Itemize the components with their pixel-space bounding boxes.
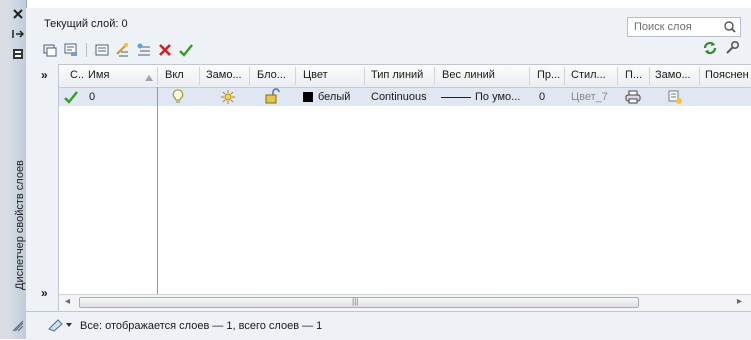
new-vp-freeze-icon[interactable] — [667, 89, 683, 108]
col-transparency[interactable]: Пр... — [537, 69, 560, 81]
autohide-icon[interactable] — [12, 28, 25, 43]
toolbar-right — [702, 40, 740, 56]
col-plot[interactable]: П... — [625, 69, 642, 81]
scroll-right-arrow-icon[interactable]: ▸ — [737, 296, 742, 307]
toolbar-divider — [86, 43, 87, 57]
col-lineweight[interactable]: Вес линий — [442, 69, 495, 81]
close-icon[interactable] — [12, 8, 24, 23]
new-layer-vp-frozen-icon[interactable] — [136, 42, 152, 58]
col-name[interactable]: Имя — [88, 69, 109, 81]
layer-linetype[interactable]: Continuous — [371, 91, 427, 103]
layer-name[interactable]: 0 — [89, 91, 95, 103]
new-property-filter-icon[interactable] — [42, 42, 58, 58]
col-on[interactable]: Вкл — [165, 69, 184, 81]
thumb-grip-icon: ||| — [352, 297, 359, 306]
new-layer-icon[interactable] — [115, 42, 131, 58]
col-color[interactable]: Цвет — [303, 69, 328, 81]
search-input[interactable]: Поиск слоя — [627, 17, 741, 37]
unlocked-icon[interactable] — [264, 88, 280, 107]
current-layer-check-icon — [64, 90, 78, 107]
layer-toolbar — [42, 40, 194, 60]
layer-plotstyle: Цвет_7 — [571, 91, 608, 103]
scrollbar-thumb[interactable]: ||| — [79, 297, 639, 308]
lineweight-sample — [441, 97, 471, 98]
col-vp-freeze[interactable]: Замо... — [655, 69, 691, 81]
palette-title: Диспетчер свойств слоев — [14, 160, 26, 290]
horizontal-scrollbar[interactable]: ◂ ||| ▸ — [59, 294, 751, 311]
layer-transparency[interactable]: 0 — [539, 91, 545, 103]
palette-title-bar[interactable]: Диспетчер свойств слоев — [10, 0, 27, 339]
expand-filter-bottom-icon[interactable]: » — [41, 286, 48, 300]
table-row[interactable]: 0 белый Continuous По умо... 0 Цвет_7 — [59, 88, 751, 106]
current-layer-label: Текущий слой: 0 — [44, 18, 128, 30]
sort-ascending-icon — [145, 72, 153, 84]
col-plotstyle[interactable]: Стил... — [571, 69, 606, 81]
filter-status-icon[interactable] — [48, 317, 72, 336]
col-description[interactable]: Пояснен — [705, 69, 749, 81]
column-divider — [157, 87, 158, 295]
color-swatch[interactable] — [303, 92, 313, 102]
palette-menu-icon[interactable] — [12, 318, 24, 335]
col-status[interactable]: С.. — [70, 69, 84, 81]
printer-icon[interactable] — [625, 89, 641, 108]
refresh-icon[interactable] — [702, 40, 718, 56]
lightbulb-on-icon[interactable] — [172, 89, 184, 108]
layer-lineweight[interactable]: По умо... — [475, 91, 520, 103]
properties-icon[interactable] — [12, 48, 24, 63]
delete-layer-icon[interactable] — [157, 42, 173, 58]
table-header: С.. Имя Вкл Замо... Бло... Цвет Тип лини… — [59, 65, 751, 88]
settings-icon[interactable] — [724, 40, 740, 56]
expand-filter-icon[interactable]: » — [41, 68, 48, 82]
col-freeze[interactable]: Замо... — [206, 69, 242, 81]
sun-thawed-icon[interactable] — [220, 89, 236, 108]
layer-color[interactable]: белый — [318, 91, 350, 103]
set-current-icon[interactable] — [178, 42, 194, 58]
status-bar: Все: отображается слоев — 1, всего слоев… — [26, 311, 751, 340]
filter-tree-pane: » » — [38, 64, 59, 314]
col-linetype[interactable]: Тип линий — [371, 69, 423, 81]
search-icon[interactable] — [723, 19, 737, 38]
layer-states-manager-icon[interactable] — [94, 42, 110, 58]
new-group-filter-icon[interactable] — [63, 42, 79, 58]
search-placeholder: Поиск слоя — [634, 21, 692, 33]
layer-table: С.. Имя Вкл Замо... Бло... Цвет Тип лини… — [59, 64, 751, 295]
col-lock[interactable]: Бло... — [257, 69, 286, 81]
status-text: Все: отображается слоев — 1, всего слоев… — [80, 320, 323, 332]
scroll-left-arrow-icon[interactable]: ◂ — [65, 296, 70, 307]
